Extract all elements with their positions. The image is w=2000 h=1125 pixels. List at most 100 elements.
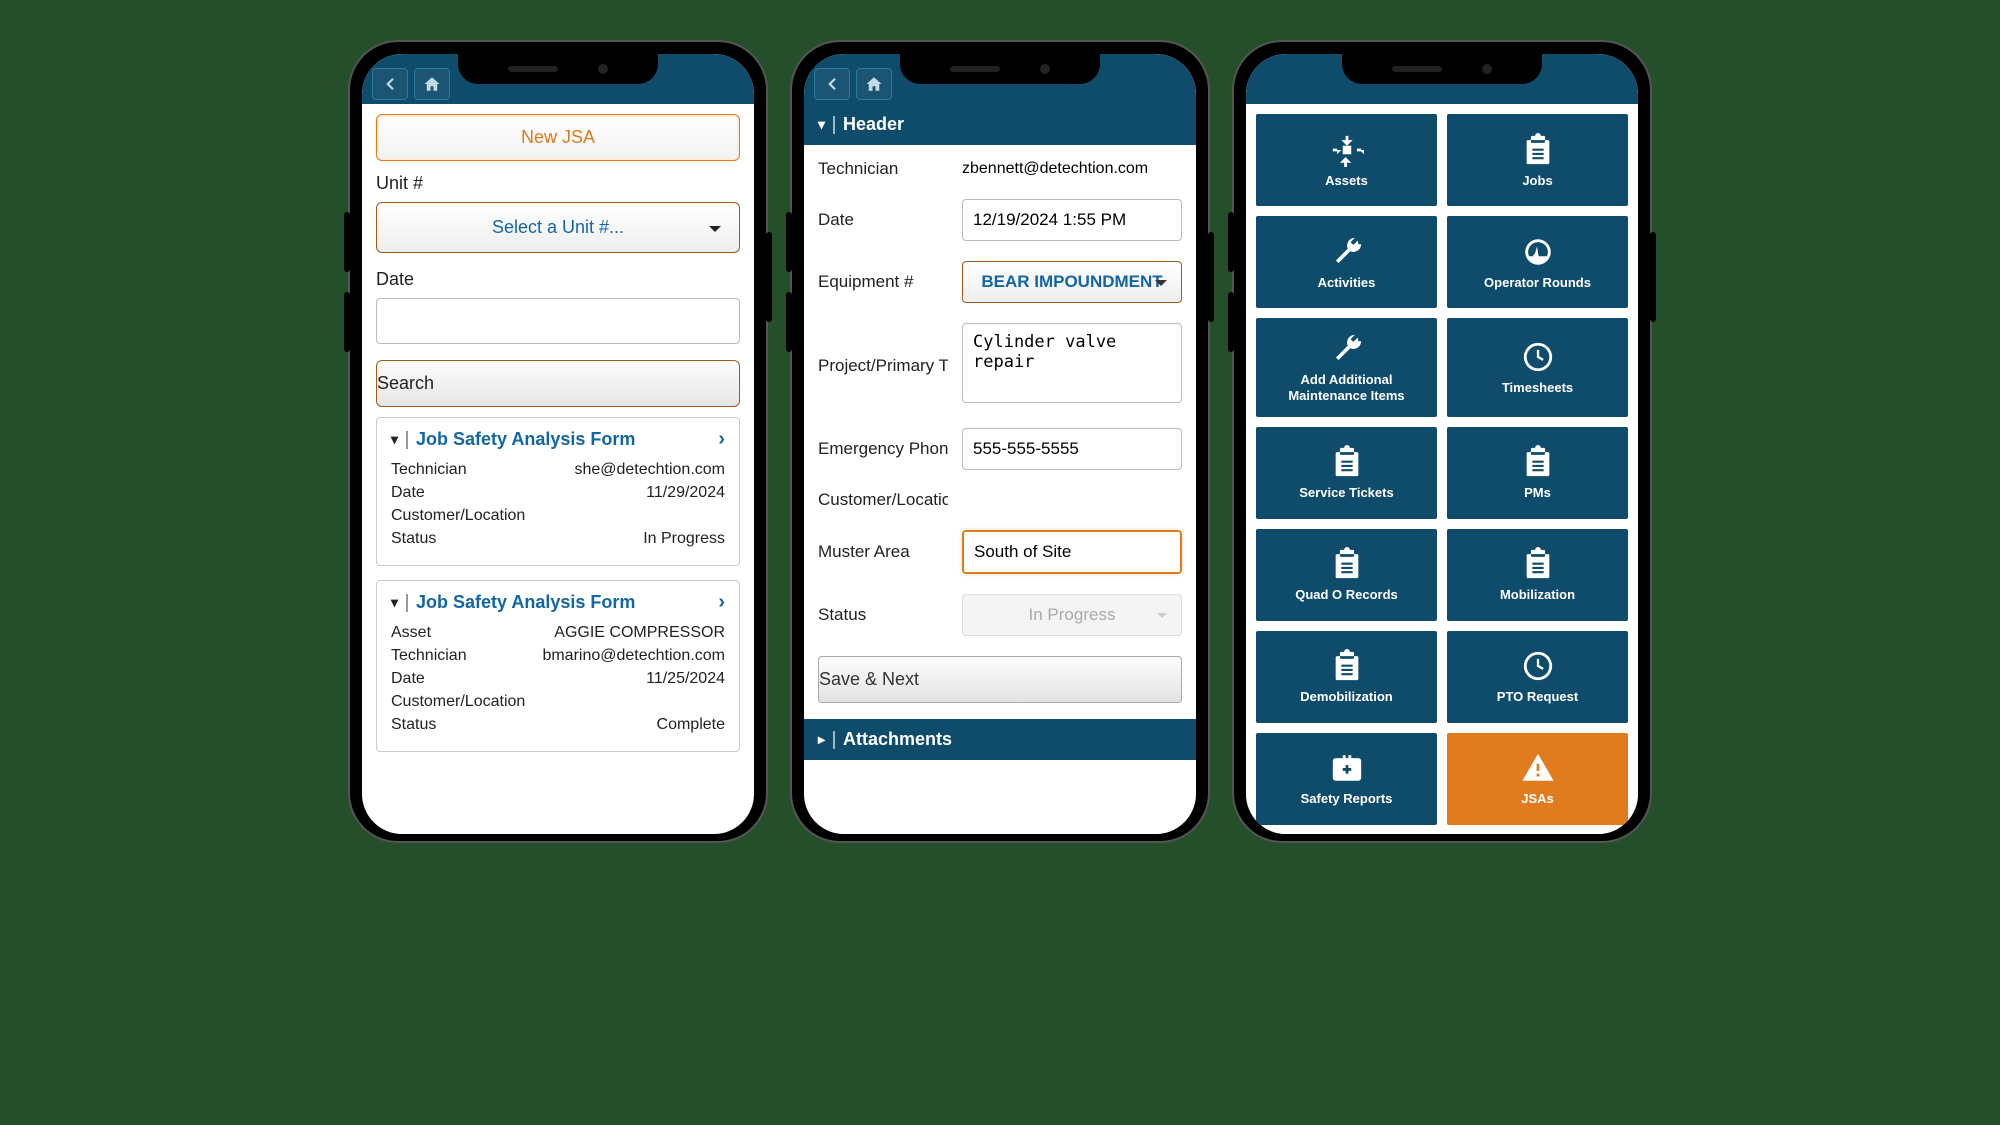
notch	[1342, 54, 1542, 84]
row-label: Customer/Location	[391, 507, 525, 525]
tile-label: Operator Rounds	[1484, 275, 1591, 291]
jsa-card[interactable]: ▾ Job Safety Analysis Form › Asset AGGIE …	[376, 580, 740, 752]
chevron-right-icon: ›	[718, 428, 725, 451]
menu-tile-pms[interactable]: PMs	[1447, 427, 1628, 519]
clipboard-icon	[1521, 133, 1555, 167]
menu-tile-quad-o-records[interactable]: Quad O Records	[1256, 529, 1437, 621]
unit-label: Unit #	[376, 173, 740, 194]
home-icon	[423, 75, 441, 93]
muster-area-input[interactable]	[962, 530, 1182, 574]
custloc-label: Customer/Locatio	[818, 490, 948, 510]
row-value: she@detechtion.com	[574, 461, 725, 479]
chevron-down-icon[interactable]: ▾	[391, 431, 398, 448]
medkit-icon	[1330, 751, 1364, 785]
tile-label: Quad O Records	[1295, 587, 1398, 603]
save-next-button[interactable]: Save & Next	[818, 656, 1182, 703]
technician-label: Technician	[818, 159, 948, 179]
unit-select[interactable]: Select a Unit #...	[376, 202, 740, 253]
warning-icon	[1521, 751, 1555, 785]
menu-tile-jsas[interactable]: JSAs	[1447, 733, 1628, 825]
home-button[interactable]	[856, 68, 892, 100]
emergency-phone-input[interactable]	[962, 428, 1182, 470]
project-textarea[interactable]	[962, 323, 1182, 403]
row-value: AGGIE COMPRESSOR	[554, 624, 725, 642]
card-title: Job Safety Analysis Form	[416, 429, 710, 450]
clipboard-icon	[1330, 445, 1364, 479]
tile-label: PTO Request	[1497, 689, 1578, 705]
tile-label: PMs	[1524, 485, 1551, 501]
row-value: 11/29/2024	[646, 484, 725, 502]
clock-icon	[1521, 649, 1555, 683]
chevron-down-icon[interactable]: ▾	[391, 594, 398, 611]
clipboard-icon	[1330, 649, 1364, 683]
phone-3: Assets Jobs Activities Operator Rounds Add A…	[1232, 40, 1652, 843]
menu-tile-safety-reports[interactable]: Safety Reports	[1256, 733, 1437, 825]
tile-label: Safety Reports	[1301, 791, 1393, 807]
emergency-label: Emergency Phone	[818, 439, 948, 459]
menu-tile-demobilization[interactable]: Demobilization	[1256, 631, 1437, 723]
technician-value: zbennett@detechtion.com	[962, 160, 1182, 178]
chevron-right-icon: ▸	[818, 731, 825, 748]
section-title: Attachments	[843, 729, 952, 750]
menu-tile-pto-request[interactable]: PTO Request	[1447, 631, 1628, 723]
gauge-icon	[1521, 235, 1555, 269]
tile-label: Demobilization	[1300, 689, 1392, 705]
row-label: Status	[391, 716, 436, 734]
menu-tile-operator-rounds[interactable]: Operator Rounds	[1447, 216, 1628, 308]
chevron-left-icon	[381, 75, 399, 93]
date-label: Date	[376, 269, 740, 290]
header-section-toggle[interactable]: ▾ Header	[804, 104, 1196, 145]
new-jsa-button[interactable]: New JSA	[376, 114, 740, 161]
clock-icon	[1521, 340, 1555, 374]
menu-tile-activities[interactable]: Activities	[1256, 216, 1437, 308]
menu-tile-timesheets[interactable]: Timesheets	[1447, 318, 1628, 417]
section-title: Header	[843, 114, 904, 135]
menu-tile-assets[interactable]: Assets	[1256, 114, 1437, 206]
back-button[interactable]	[372, 68, 408, 100]
search-button[interactable]: Search	[376, 360, 740, 407]
chevron-left-icon	[823, 75, 841, 93]
date-input[interactable]	[962, 199, 1182, 241]
equipment-select[interactable]: BEAR IMPOUNDMENT	[962, 261, 1182, 303]
row-value: bmarino@detechtion.com	[542, 647, 725, 665]
tile-label: Timesheets	[1502, 380, 1573, 396]
menu-tile-add-additional-maintenance-items[interactable]: Add Additional Maintenance Items	[1256, 318, 1437, 417]
menu-tile-mobilization[interactable]: Mobilization	[1447, 529, 1628, 621]
row-label: Customer/Location	[391, 693, 525, 711]
tile-label: Jobs	[1522, 173, 1552, 189]
tile-label: Service Tickets	[1299, 485, 1393, 501]
menu-tile-jobs[interactable]: Jobs	[1447, 114, 1628, 206]
clipboard-icon	[1330, 547, 1364, 581]
wrench-icon	[1330, 332, 1364, 366]
row-label: Date	[391, 670, 425, 688]
date-label: Date	[818, 210, 948, 230]
status-select: In Progress	[962, 594, 1182, 636]
tile-label: Mobilization	[1500, 587, 1575, 603]
tile-label: Add Additional Maintenance Items	[1262, 372, 1431, 405]
wrench-icon	[1330, 235, 1364, 269]
date-input[interactable]	[376, 298, 740, 344]
row-value: Complete	[657, 716, 725, 734]
chevron-right-icon: ›	[718, 591, 725, 614]
home-icon	[865, 75, 883, 93]
row-label: Technician	[391, 461, 467, 479]
notch	[900, 54, 1100, 84]
muster-label: Muster Area	[818, 542, 948, 562]
row-value: In Progress	[643, 530, 725, 548]
equipment-label: Equipment #	[818, 272, 948, 292]
tile-label: JSAs	[1521, 791, 1554, 807]
row-label: Technician	[391, 647, 467, 665]
phone-1: New JSA Unit # Select a Unit #... Date S…	[348, 40, 768, 843]
home-button[interactable]	[414, 68, 450, 100]
tile-label: Activities	[1318, 275, 1376, 291]
row-value: 11/25/2024	[646, 670, 725, 688]
row-label: Status	[391, 530, 436, 548]
card-title: Job Safety Analysis Form	[416, 592, 710, 613]
notch	[458, 54, 658, 84]
row-label: Asset	[391, 624, 431, 642]
attachments-section-toggle[interactable]: ▸ Attachments	[804, 719, 1196, 760]
menu-tile-service-tickets[interactable]: Service Tickets	[1256, 427, 1437, 519]
back-button[interactable]	[814, 68, 850, 100]
project-label: Project/Primary Ta	[818, 356, 948, 376]
jsa-card[interactable]: ▾ Job Safety Analysis Form › Technician s…	[376, 417, 740, 566]
